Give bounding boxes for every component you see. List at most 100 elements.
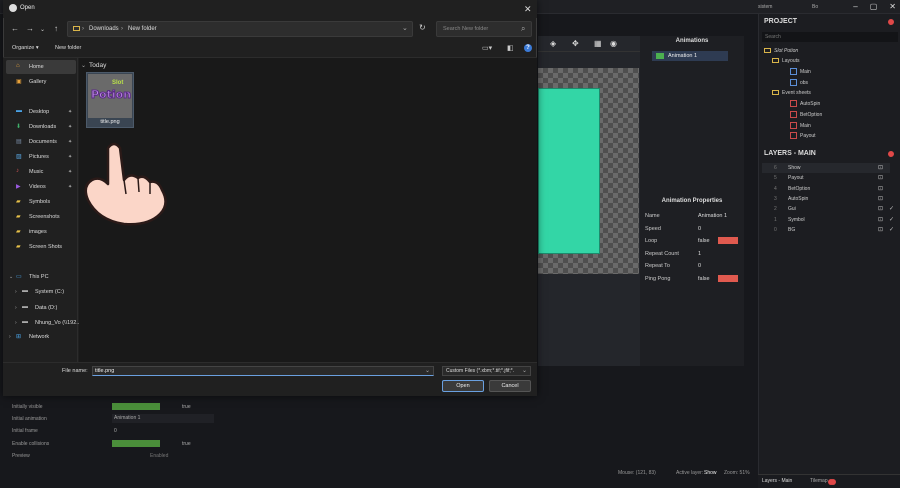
chevron-right-icon[interactable]: › [15, 289, 17, 295]
lock-icon[interactable]: ⊡ [878, 205, 883, 212]
layer-row[interactable]: 5 Payout ⊡ [762, 173, 890, 183]
property-row[interactable]: Ping Pong false [645, 274, 740, 284]
close-icon[interactable]: ✕ [524, 4, 532, 15]
property-row[interactable]: Preview Enabled [10, 451, 214, 461]
lock-icon[interactable]: ⊡ [878, 185, 883, 192]
sidebar-item-gallery[interactable]: ▣ Gallery [6, 75, 76, 89]
chevron-down-icon[interactable]: ⌄ [402, 24, 408, 32]
sidebar-item-network[interactable]: › ⊞ Network [6, 330, 76, 344]
chevron-right-icon[interactable]: › [15, 320, 17, 326]
chevron-down-icon[interactable]: ⌄ [81, 62, 86, 69]
layer-row[interactable]: 4 BetOption ⊡ [762, 184, 890, 194]
sidebar-item-downloads[interactable]: ⬇ Downloads ✦ [6, 120, 76, 134]
chevron-down-icon[interactable]: ⌄ [40, 26, 45, 33]
layers-close-dot[interactable] [888, 151, 894, 157]
preview-pane-icon[interactable]: ◧ [507, 44, 514, 52]
file-type-select[interactable]: Custom Files (*.xbm;*.tif;*.jfif;*. ⌄ [442, 366, 531, 376]
up-icon[interactable]: ↑ [54, 24, 58, 33]
sprite-frame[interactable] [538, 88, 600, 254]
layout-item[interactable]: Main [790, 68, 811, 75]
project-close-dot[interactable] [888, 19, 894, 25]
search-input[interactable]: Search New folder ⌕ [436, 21, 532, 37]
sidebar-item-drive[interactable]: › ▬ Nhung_Vo (\\192... [12, 316, 82, 330]
property-row[interactable]: Repeat Count 1 [645, 249, 740, 259]
lock-icon[interactable]: ⊡ [878, 216, 883, 223]
refresh-icon[interactable]: ↻ [419, 23, 426, 32]
boolean-toggle[interactable] [112, 439, 160, 447]
property-value[interactable]: 0 [114, 428, 117, 434]
property-value[interactable]: Animation 1 [698, 213, 727, 219]
chevron-right-icon[interactable]: › [15, 305, 17, 311]
layer-row[interactable]: 1 Symbol ⊡ ✓ [762, 215, 894, 225]
sidebar-item-documents[interactable]: ▤ Documents ✦ [6, 135, 76, 149]
record-icon[interactable]: ◉ [610, 39, 617, 48]
event-sheet-item[interactable]: Payout [790, 132, 816, 139]
new-folder-button[interactable]: New folder [55, 45, 81, 51]
layer-row[interactable]: 6 Show ⊡ [762, 163, 890, 173]
layouts-folder[interactable]: Layouts [772, 58, 800, 64]
cancel-button[interactable]: Cancel [489, 380, 531, 392]
event-sheet-item[interactable]: AutoSpin [790, 100, 820, 107]
minimize-icon[interactable]: – [853, 2, 857, 11]
grid-icon[interactable]: ▦ [594, 39, 602, 48]
animation-item[interactable]: Animation 1 [652, 51, 728, 61]
chevron-down-icon[interactable]: ⌄ [425, 367, 430, 376]
layer-row[interactable]: 2 Gui ⊡ ✓ [762, 204, 894, 214]
property-value[interactable]: 0 [698, 226, 701, 232]
property-row[interactable]: Initial animation Animation 1 [10, 414, 214, 424]
sidebar-item-screen-shots[interactable]: ▰ Screen Shots [6, 240, 76, 254]
move-icon[interactable]: ✥ [572, 39, 579, 48]
topbar-item[interactable]: Bo [812, 4, 818, 10]
boolean-toggle[interactable] [112, 403, 160, 410]
property-row[interactable]: Initial frame 0 [10, 426, 214, 436]
view-options-icon[interactable]: ▭▾ [482, 44, 492, 52]
property-row[interactable]: Initially visible true [10, 402, 214, 412]
open-button[interactable]: Open [442, 380, 484, 392]
chevron-down-icon[interactable]: ⌄ [9, 274, 13, 280]
organize-button[interactable]: Organize ▾ [12, 45, 39, 51]
sidebar-item-symbols[interactable]: ▰ Symbols [6, 195, 76, 209]
property-value[interactable]: false [698, 276, 710, 282]
layer-row[interactable]: 0 BG ⊡ ✓ [762, 225, 894, 235]
close-icon[interactable]: ✕ [889, 2, 896, 11]
sidebar-item-desktop[interactable]: ▬ Desktop ✦ [6, 105, 76, 119]
layers-icon[interactable]: ◈ [550, 39, 556, 48]
sidebar-item-music[interactable]: ♪ Music ✦ [6, 165, 76, 179]
event-sheets-folder[interactable]: Event sheets [772, 90, 811, 96]
sidebar-item-screenshots[interactable]: ▰ Screenshots [6, 210, 76, 224]
visible-check-icon[interactable]: ✓ [889, 226, 894, 233]
visible-check-icon[interactable]: ✓ [889, 216, 894, 223]
property-row[interactable]: Repeat To 0 [645, 261, 740, 271]
topbar-user[interactable]: sistem [758, 4, 772, 10]
event-sheet-item[interactable]: BetOption [790, 111, 822, 118]
sidebar-item-videos[interactable]: ▶ Videos ✦ [6, 180, 76, 194]
group-header-today[interactable]: Today [89, 62, 106, 69]
layout-item[interactable]: obs [790, 79, 808, 86]
property-select[interactable]: Animation 1 [112, 414, 214, 424]
lock-icon[interactable]: ⊡ [878, 164, 883, 171]
file-name-input[interactable]: title.png ⌄ [92, 366, 434, 376]
project-search-input[interactable]: Search [762, 32, 898, 42]
dialog-titlebar[interactable]: Open [3, 0, 537, 18]
property-row[interactable]: Name Animation 1 [645, 211, 740, 221]
property-value[interactable]: false [698, 238, 710, 244]
forward-icon[interactable]: → [26, 24, 34, 33]
lock-icon[interactable]: ⊡ [878, 195, 883, 202]
layer-row[interactable]: 3 AutoSpin ⊡ [762, 194, 890, 204]
event-sheet-item[interactable]: Main [790, 122, 811, 129]
tab-layers-main[interactable]: Layers - Main [762, 478, 792, 484]
boolean-toggle[interactable] [718, 274, 738, 282]
property-value[interactable]: 0 [698, 263, 701, 269]
breadcrumb-downloads[interactable]: Downloads [89, 26, 119, 32]
project-root[interactable]: Slot Potion [764, 48, 798, 54]
property-row[interactable]: Speed 0 [645, 224, 740, 234]
sidebar-item-images[interactable]: ▰ images [6, 225, 76, 239]
maximize-icon[interactable]: ▢ [870, 2, 878, 11]
sidebar-item-pictures[interactable]: ▨ Pictures ✦ [6, 150, 76, 164]
sidebar-item-this-pc[interactable]: ⌄ ▭ This PC [6, 270, 76, 284]
property-row[interactable]: Loop false [645, 236, 740, 246]
lock-icon[interactable]: ⊡ [878, 226, 883, 233]
breadcrumb-new-folder[interactable]: New folder [128, 26, 157, 32]
sidebar-item-home[interactable]: ⌂ Home [6, 60, 76, 74]
tab-tilemap[interactable]: Tilemap [810, 478, 828, 484]
